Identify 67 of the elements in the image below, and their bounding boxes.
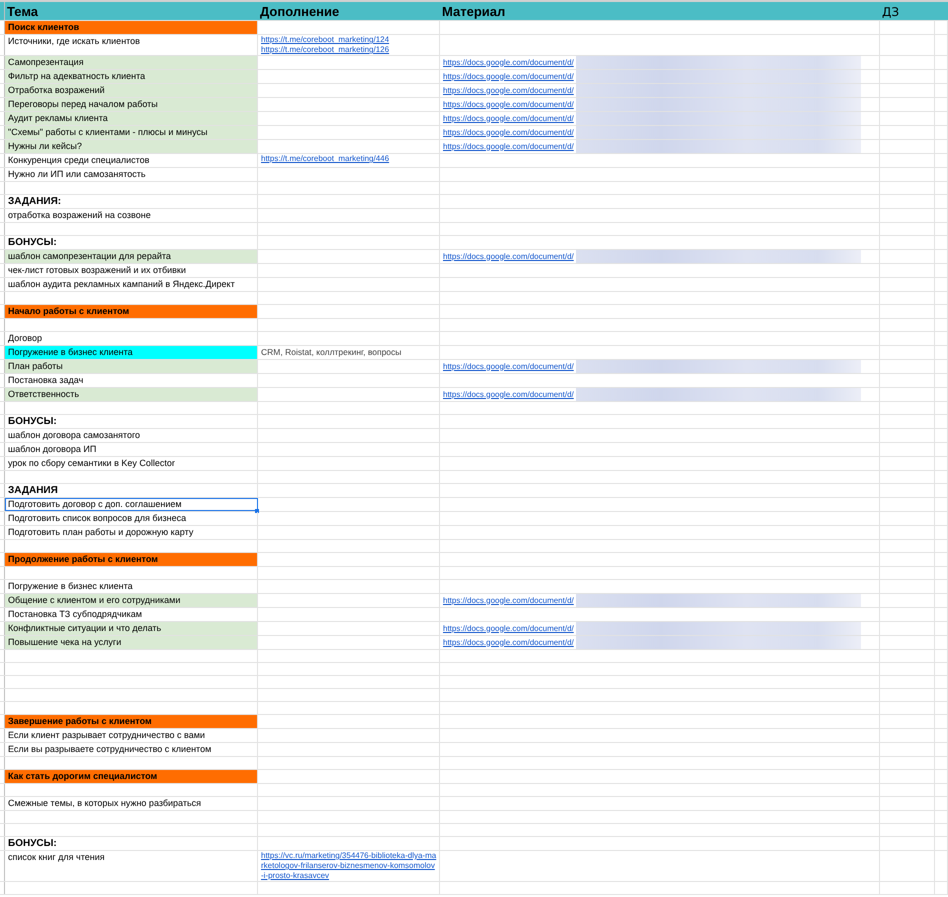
topic-cell[interactable]: Конфликтные ситуации и что делать bbox=[5, 622, 258, 635]
topic-cell[interactable]: Договор bbox=[5, 332, 258, 345]
topic-cell[interactable]: шаблон договора ИП bbox=[5, 443, 258, 456]
topic-cell[interactable]: урок по сбору семантики в Key Collector bbox=[5, 457, 258, 470]
topic-cell[interactable]: ЗАДАНИЯ: bbox=[5, 195, 258, 208]
link[interactable]: https://t.me/coreboot_marketing/124 bbox=[261, 35, 437, 45]
topic-cell[interactable]: План работы bbox=[5, 360, 258, 373]
topic-cell[interactable]: Отработка возражений bbox=[5, 84, 258, 97]
topic-cell[interactable]: Самопрезентация bbox=[5, 56, 258, 69]
topic-column-header[interactable]: Тема bbox=[7, 4, 38, 19]
topic-cell[interactable]: Погружение в бизнес клиента bbox=[5, 580, 258, 593]
topic-cell[interactable]: Повышение чека на услуги bbox=[5, 636, 258, 649]
topic-cell[interactable]: Постановка задач bbox=[5, 374, 258, 387]
link[interactable]: https://docs.google.com/document/d/ bbox=[443, 596, 574, 606]
topic-cell[interactable]: БОНУСЫ: bbox=[5, 837, 258, 850]
link[interactable]: https://docs.google.com/document/d/ bbox=[443, 72, 574, 82]
topic-cell[interactable]: шаблон договора самозанятого bbox=[5, 429, 258, 442]
topic-cell[interactable]: Смежные темы, в которых нужно разбираться bbox=[5, 797, 258, 810]
topic-cell[interactable]: БОНУСЫ: bbox=[5, 236, 258, 249]
link[interactable]: https://t.me/coreboot_marketing/126 bbox=[261, 45, 437, 55]
section-header-cell[interactable]: Продолжение работы с клиентом bbox=[5, 553, 258, 566]
topic-cell[interactable]: "Схемы" работы с клиентами - плюсы и минусы bbox=[5, 126, 258, 139]
topic-cell[interactable]: чек-лист готовых возражений и их отбивки bbox=[5, 264, 258, 277]
topic-cell[interactable]: Если клиент разрывает сотрудничество с вами bbox=[5, 729, 258, 742]
link[interactable]: https://docs.google.com/document/d/ bbox=[443, 114, 574, 124]
link[interactable]: https://docs.google.com/document/d/ bbox=[443, 58, 574, 68]
section-header-cell[interactable]: Завершение работы с клиентом bbox=[5, 715, 258, 728]
topic-cell[interactable]: Фильтр на адекватность клиента bbox=[5, 70, 258, 83]
section-header-cell[interactable]: Начало работы с клиентом bbox=[5, 305, 258, 318]
topic-cell[interactable]: отработка возражений на созвоне bbox=[5, 209, 258, 222]
topic-cell[interactable]: БОНУСЫ: bbox=[5, 415, 258, 428]
topic-cell[interactable]: Аудит рекламы клиента bbox=[5, 112, 258, 125]
topic-cell[interactable]: Источники, где искать клиентов bbox=[5, 35, 258, 55]
topic-cell[interactable]: шаблон аудита рекламных кампаний в Яндекс.Директ bbox=[5, 278, 258, 291]
topic-cell[interactable]: Подготовить план работы и дорожную карту bbox=[5, 526, 258, 539]
link[interactable]: https://t.me/coreboot_marketing/446 bbox=[261, 154, 437, 164]
link[interactable]: https://docs.google.com/document/d/ bbox=[443, 252, 574, 262]
topic-cell[interactable]: Общение с клиентом и его сотрудниками bbox=[5, 594, 258, 607]
homework-column-header[interactable]: ДЗ bbox=[882, 5, 900, 19]
topic-cell[interactable]: ЗАДАНИЯ bbox=[5, 484, 258, 497]
topic-cell[interactable]: Подготовить договор с доп. соглашением bbox=[5, 498, 258, 511]
section-header-cell[interactable]: Как стать дорогим специалистом bbox=[5, 770, 258, 783]
topic-cell[interactable]: Погружение в бизнес клиента bbox=[5, 346, 258, 359]
topic-cell[interactable]: шаблон самопрезентации для рерайта bbox=[5, 250, 258, 263]
topic-cell[interactable]: Конкуренция среди специалистов bbox=[5, 154, 258, 167]
link[interactable]: https://docs.google.com/document/d/ bbox=[443, 624, 574, 634]
link[interactable]: https://vc.ru/marketing/354476-biblioteka-dlya-marketologov-frilanserov-biznesmenov-komsomolov-i-prosto-krasavcev bbox=[261, 851, 437, 881]
link[interactable]: https://docs.google.com/document/d/ bbox=[443, 100, 574, 110]
link[interactable]: https://docs.google.com/document/d/ bbox=[443, 128, 574, 138]
topic-cell[interactable]: Постановка ТЗ субподрядчикам bbox=[5, 608, 258, 621]
addition-column-header[interactable]: Дополнение bbox=[260, 4, 340, 19]
link[interactable]: https://docs.google.com/document/d/ bbox=[443, 86, 574, 96]
fill-handle[interactable] bbox=[255, 509, 259, 513]
link[interactable]: https://docs.google.com/document/d/ bbox=[443, 390, 574, 400]
topic-cell[interactable]: Подготовить список вопросов для бизнеса bbox=[5, 512, 258, 525]
topic-cell[interactable]: Нужны ли кейсы? bbox=[5, 140, 258, 153]
topic-cell[interactable]: список книг для чтения bbox=[5, 851, 258, 881]
topic-cell[interactable]: Если вы разрываете сотрудничество с клиентом bbox=[5, 743, 258, 756]
topic-cell[interactable]: Нужно ли ИП или самозанятость bbox=[5, 168, 258, 181]
link[interactable]: https://docs.google.com/document/d/ bbox=[443, 362, 574, 372]
topic-cell[interactable]: Ответственность bbox=[5, 388, 258, 401]
section-header-cell[interactable]: Поиск клиентов bbox=[5, 21, 258, 34]
topic-cell[interactable]: Переговоры перед началом работы bbox=[5, 98, 258, 111]
link[interactable]: https://docs.google.com/document/d/ bbox=[443, 638, 574, 648]
cell-text: CRM, Roistat, коллтрекинг, вопросы bbox=[261, 346, 402, 359]
material-column-header[interactable]: Материал bbox=[442, 4, 506, 19]
link[interactable]: https://docs.google.com/document/d/ bbox=[443, 142, 574, 152]
